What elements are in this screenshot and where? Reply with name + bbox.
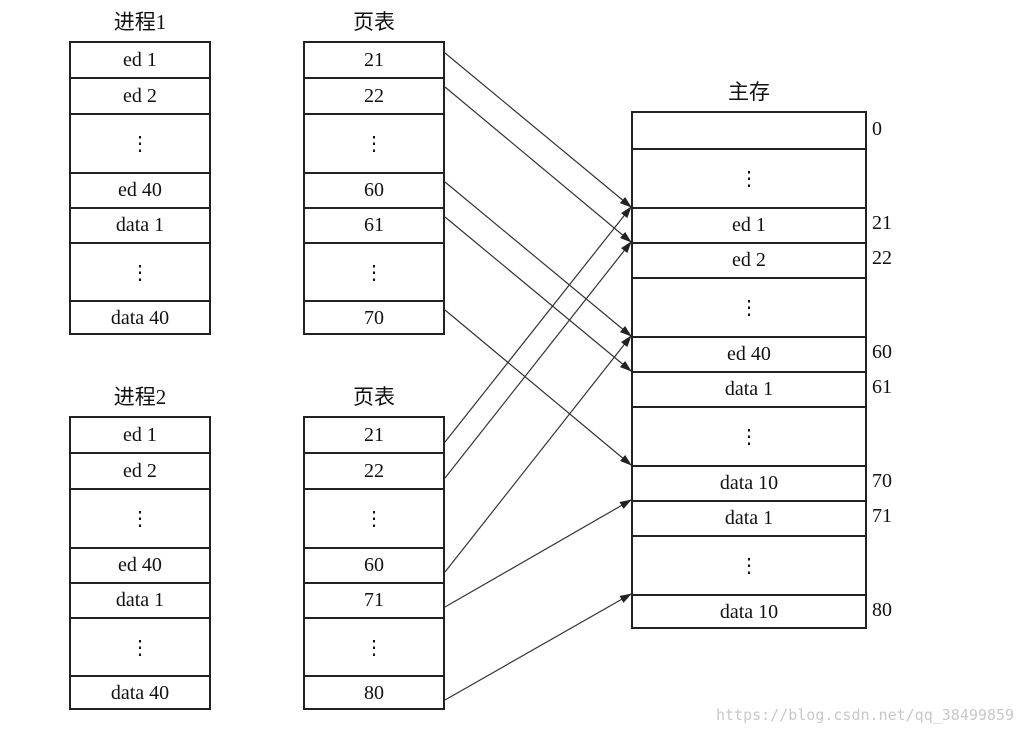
mapping-arrow bbox=[444, 593, 632, 701]
mapping-arrow bbox=[444, 335, 632, 573]
watermark: https://blog.csdn.net/qq_38499859 bbox=[715, 706, 1014, 724]
mapping-arrow bbox=[444, 52, 632, 208]
mapping-arrow bbox=[444, 216, 632, 372]
mapping-arrow bbox=[444, 181, 632, 337]
mapping-arrow bbox=[444, 86, 632, 243]
mapping-arrow bbox=[444, 206, 632, 443]
mapping-arrows bbox=[444, 52, 632, 701]
mapping-arrow bbox=[444, 241, 632, 479]
mapping-arrow bbox=[444, 499, 632, 608]
